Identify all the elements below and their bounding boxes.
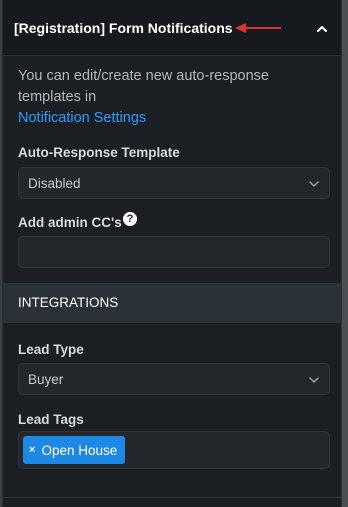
lead-type-select[interactable]: Buyer [18, 363, 330, 395]
collapse-button[interactable] [311, 18, 333, 40]
lead-type-label: Lead Type [18, 342, 84, 357]
admin-cc-label: Add admin CC's [18, 215, 122, 230]
lead-type-value: Buyer [28, 372, 64, 387]
tag-label: Open House [41, 442, 118, 458]
chevron-down-icon [309, 377, 319, 383]
form-notifications-panel: [Registration] Form Notifications You ca… [2, 0, 342, 507]
auto-response-label: Auto-Response Template [18, 145, 180, 160]
chevron-down-icon [309, 181, 319, 187]
tag-remove-button[interactable]: × [29, 444, 35, 456]
intro-text: You can edit/create new auto-response te… [18, 68, 269, 105]
chevron-up-icon [317, 26, 327, 32]
notification-settings-link[interactable]: Notification Settings [18, 108, 318, 129]
question-circle-icon[interactable]: ? [123, 212, 137, 226]
auto-response-select[interactable]: Disabled [18, 167, 330, 199]
tag-chip: × Open House [23, 436, 126, 464]
auto-response-value: Disabled [28, 176, 81, 191]
scrollbar-track[interactable] [342, 0, 348, 507]
integrations-section-header: INTEGRATIONS [3, 283, 341, 323]
admin-cc-input[interactable] [18, 236, 330, 268]
panel-footer-divider [3, 497, 341, 507]
lead-tags-label: Lead Tags [18, 412, 84, 427]
lead-tags-input[interactable]: × Open House [18, 431, 330, 469]
panel-title: [Registration] Form Notifications [14, 20, 233, 36]
intro-text-block: You can edit/create new auto-response te… [18, 66, 318, 129]
integrations-title: INTEGRATIONS [18, 295, 119, 310]
panel-header[interactable]: [Registration] Form Notifications [3, 0, 341, 56]
red-arrow-annotation [235, 23, 281, 33]
